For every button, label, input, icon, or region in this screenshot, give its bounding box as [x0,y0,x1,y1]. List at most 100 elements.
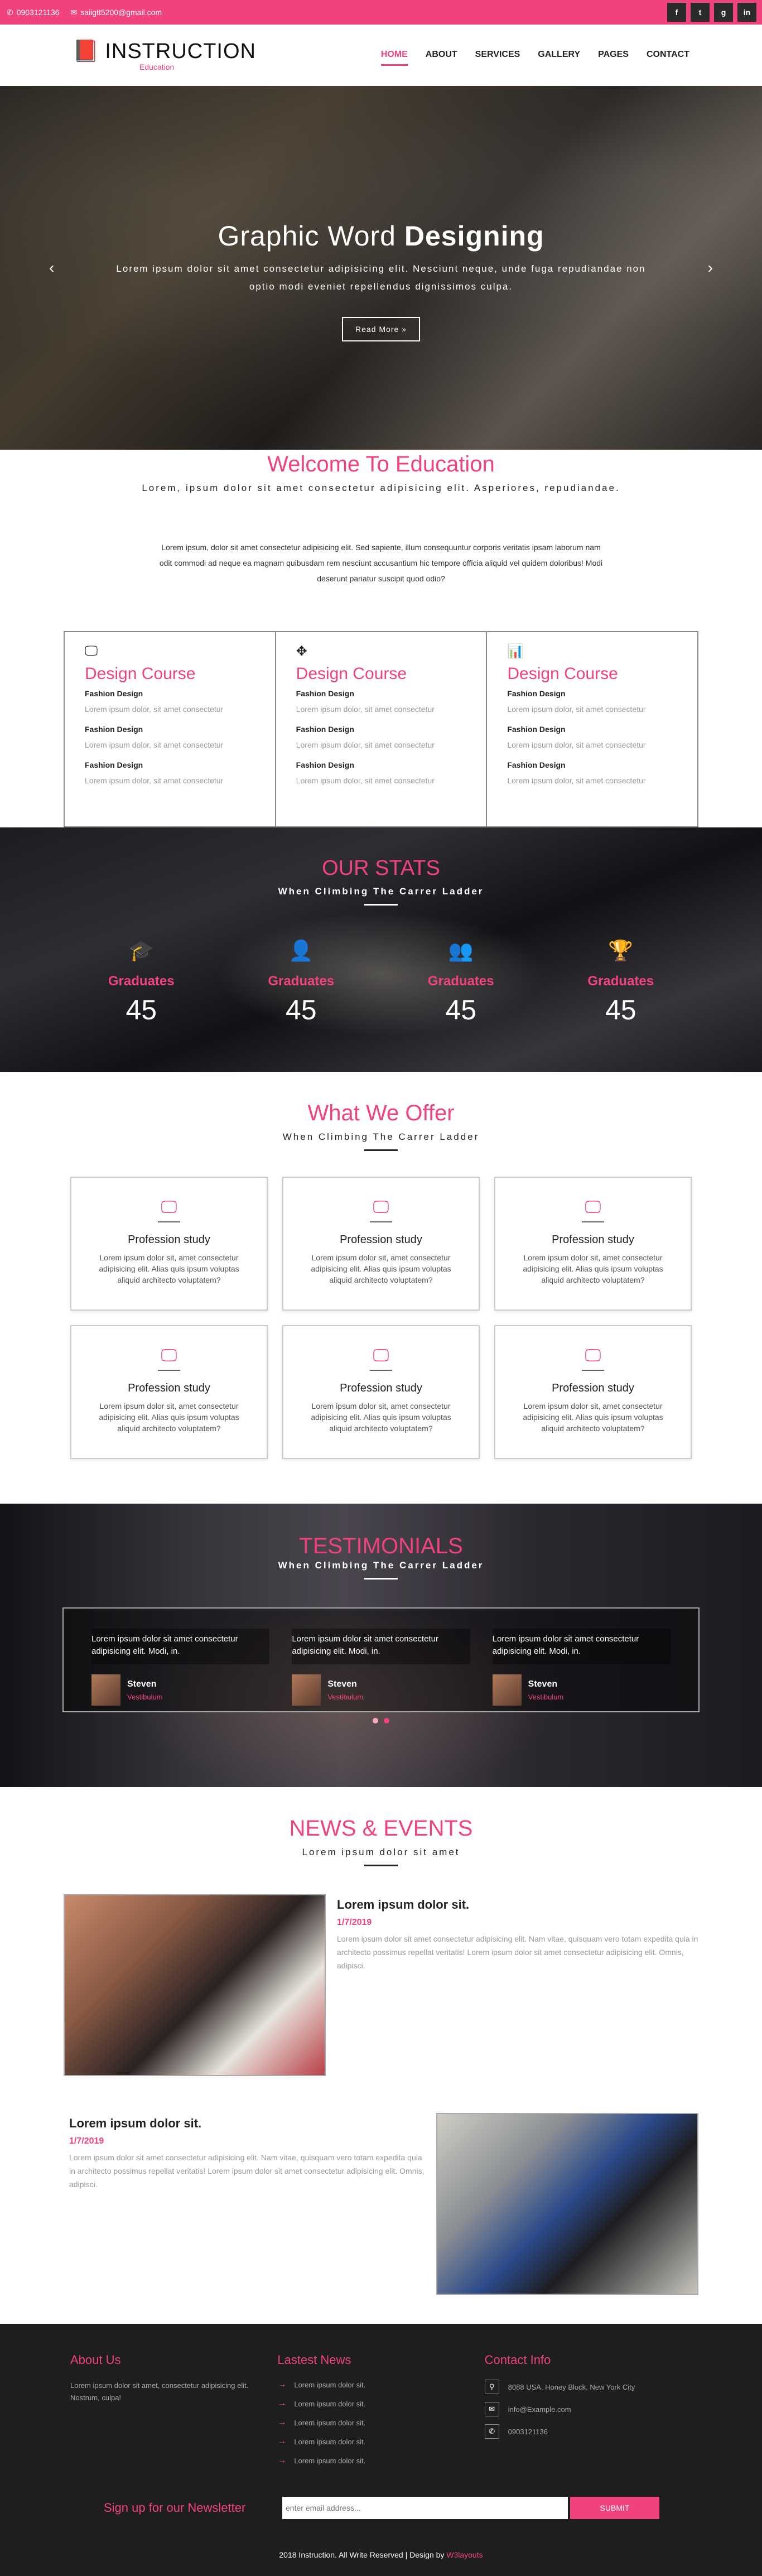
copyright: 2018 Instruction. All Write Reserved | D… [279,2550,483,2559]
offer-title: What We Offer [307,1101,455,1125]
phone-icon: ✆ [7,7,13,17]
stat-item: 👤 Graduates 45 [245,939,357,1026]
footer-about: About Us Lorem ipsum dolor sit amet, con… [70,2353,249,2402]
news-text: Lorem ipsum dolor sit amet consectetur a… [337,1934,698,1970]
testimonials-tagline: When Climbing The Carrer Ladder [278,1560,484,1571]
testimonial-item: Lorem ipsum dolor sit amet consectetur a… [481,1629,682,1711]
mail-icon: ✉ [484,2402,499,2416]
welcome-description: Lorem ipsum, dolor sit amet consectetur … [159,543,603,583]
course-item: Fashion Design Lorem ipsum dolor, sit ame… [296,760,435,785]
twitter-icon[interactable]: t [691,3,710,22]
designer-link[interactable]: W3layouts [446,2550,483,2559]
linkedin-icon[interactable]: in [737,3,756,22]
stat-item: 🏆 Graduates 45 [565,939,677,1026]
stats-tagline: When Climbing The Carrer Ladder [278,886,484,897]
footer-link[interactable]: → Lorem ipsum dolor sit. [277,2437,484,2447]
news-date: 1/7/2019 [69,2136,104,2146]
divider [364,1865,398,1866]
footer-link[interactable]: → Lorem ipsum dolor sit. [277,2455,484,2466]
newsletter-email-input[interactable] [282,2497,568,2519]
footer-link[interactable]: → Lorem ipsum dolor sit. [277,2380,484,2390]
offer-card[interactable]: 🖵 Profession study Lorem ipsum dolor sit, … [70,1177,268,1311]
nav-contact[interactable]: CONTACT [647,45,689,66]
monitor-icon: 🖵 [161,1198,177,1216]
news-image[interactable] [436,2113,698,2295]
social-links: f t g in [667,3,756,22]
avatar [492,1674,522,1706]
footer-latest-news: Lastest News → Lorem ipsum dolor sit. → Lo… [277,2353,484,2474]
nav-gallery[interactable]: GALLERY [538,45,580,66]
course-item: Fashion Design Lorem ipsum dolor, sit ame… [507,689,646,714]
main-nav: HOME ABOUT SERVICES GALLERY PAGES CONTAC… [380,45,689,66]
top-bar: ✆ 0903121136 ✉ saiigtt5200@gmail.com f t g… [0,0,762,25]
course-item: Fashion Design Lorem ipsum dolor, sit ame… [85,760,224,785]
news-title: NEWS & EVENTS [289,1816,473,1841]
carousel-dot[interactable] [384,1718,389,1723]
offer-card[interactable]: 🖵 Profession study Lorem ipsum dolor sit, … [282,1177,480,1311]
monitor-icon: 🖵 [585,1346,601,1365]
testimonial-item: Lorem ipsum dolor sit amet consectetur a… [80,1629,281,1711]
arrow-right-icon: → [277,2399,287,2408]
offer-card[interactable]: 🖵 Profession study Lorem ipsum dolor sit, … [494,1325,692,1459]
site-logo[interactable]: 📕 INSTRUCTION Education [73,39,256,72]
testimonial-carousel: Lorem ipsum dolor sit amet consectetur a… [62,1607,700,1712]
news-image[interactable] [64,1894,326,2076]
hero-title: Graphic Word Designing [218,220,544,252]
course-item: Fashion Design Lorem ipsum dolor, sit ame… [296,725,435,749]
footer-contact: Contact Info ⚲ 8088 USA, Honey Block, New… [484,2353,692,2474]
google-plus-icon[interactable]: g [714,3,733,22]
footer-link[interactable]: → Lorem ipsum dolor sit. [277,2399,484,2409]
carousel-dot[interactable] [373,1718,378,1723]
site-footer: About Us Lorem ipsum dolor sit amet, con… [0,2324,762,2576]
trophy-icon: 🏆 [608,939,634,962]
newsletter-form: Sign up for our Newsletter SUBMIT [70,2497,692,2519]
arrow-right-icon: → [277,2437,287,2446]
news-date: 1/7/2019 [337,1918,372,1927]
offer-card[interactable]: 🖵 Profession study Lorem ipsum dolor sit, … [282,1325,480,1459]
course-item: Fashion Design Lorem ipsum dolor, sit ame… [296,689,435,714]
graduation-cap-icon: 🎓 [128,939,154,962]
arrow-right-icon: → [277,2455,287,2465]
stat-item: 👥 Graduates 45 [405,939,517,1026]
welcome-section: Welcome To Education Lorem, ipsum dolor … [0,450,762,609]
monitor-icon: 🖵 [585,1198,601,1216]
top-email[interactable]: ✉ saiigtt5200@gmail.com [71,8,162,17]
news-text: Lorem ipsum dolor sit amet consectetur a… [69,2153,425,2189]
users-icon: 👥 [448,939,474,962]
monitor-icon: 🖵 [373,1346,389,1365]
course-title: Design Course [85,665,196,683]
welcome-title: Welcome To Education [267,452,495,476]
offer-card[interactable]: 🖵 Profession study Lorem ipsum dolor sit, … [494,1177,692,1311]
news-tagline: Lorem ipsum dolor sit amet [302,1847,460,1857]
courses-panel: 🖵 Design Course Fashion Design Lorem ipsu… [64,631,698,827]
course-card: 🖵 Design Course Fashion Design Lorem ipsu… [65,632,276,826]
news-headline[interactable]: Lorem ipsum dolor sit. [337,1898,698,1912]
avatar [91,1674,120,1706]
phone-icon: ✆ [484,2424,499,2439]
move-arrows-icon: ✥ [296,644,307,659]
read-more-button[interactable]: Read More » [342,317,420,341]
news-headline[interactable]: Lorem ipsum dolor sit. [69,2116,425,2131]
news-item: Lorem ipsum dolor sit. 1/7/2019 Lorem ip… [64,1894,698,2076]
newsletter-label: Sign up for our Newsletter [104,2501,246,2515]
nav-services[interactable]: SERVICES [475,45,520,66]
testimonials-title: TESTIMONIALS [299,1534,463,1558]
facebook-icon[interactable]: f [667,3,686,22]
stats-section: OUR STATS When Climbing The Carrer Ladde… [0,827,762,1072]
user-icon: 👤 [288,939,314,962]
nav-pages[interactable]: PAGES [598,45,629,66]
bar-chart-icon: 📊 [507,644,524,659]
divider [364,1578,398,1580]
stat-item: 🎓 Graduates 45 [85,939,197,1026]
testimonials-section: TESTIMONIALS When Climbing The Carrer La… [0,1504,762,1787]
book-icon: 📕 [73,40,100,63]
offer-card[interactable]: 🖵 Profession study Lorem ipsum dolor sit, … [70,1325,268,1459]
submit-button[interactable]: SUBMIT [570,2497,659,2519]
nav-about[interactable]: ABOUT [426,45,457,66]
footer-link[interactable]: → Lorem ipsum dolor sit. [277,2418,484,2428]
carousel-dots [0,1718,762,1723]
news-item: Lorem ipsum dolor sit. 1/7/2019 Lorem ip… [64,2113,698,2295]
divider [364,1149,398,1151]
mail-icon: ✉ [70,7,78,17]
nav-home[interactable]: HOME [380,45,408,66]
